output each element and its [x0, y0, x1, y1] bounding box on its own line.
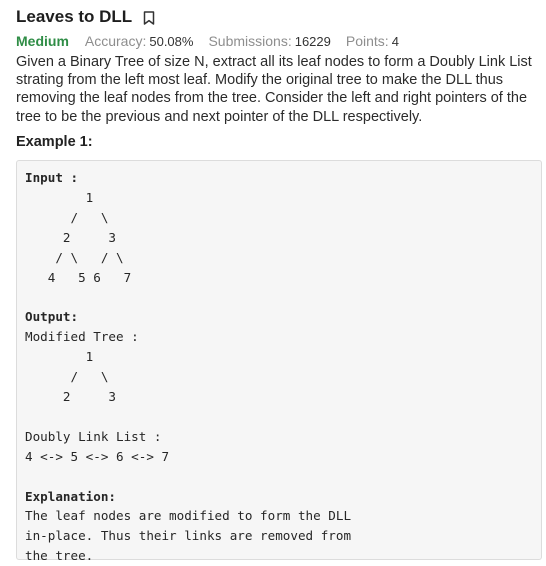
explanation-label: Explanation:: [25, 488, 116, 504]
input-tree: 1 / \ 2 3 / \ / \ 4 5 6 7: [47, 189, 132, 285]
dll-value: 4 <-> 5 <-> 6 <-> 7: [25, 448, 170, 464]
problem-header: Leaves to DLL Medium Accuracy: 50.08% Su…: [16, 6, 536, 51]
problem-description: Given a Binary Tree of size N, extract a…: [16, 54, 532, 125]
accuracy-value: 50.08%: [149, 34, 194, 49]
output-label: Output:: [25, 309, 79, 325]
accuracy-label: Accuracy:: [84, 33, 147, 49]
difficulty-badge: Medium: [16, 33, 69, 49]
problem-meta: Medium Accuracy: 50.08% Submissions: 162…: [16, 33, 536, 51]
problem-title: Leaves to DLL: [16, 7, 133, 26]
input-label: Input :: [25, 170, 79, 185]
modified-tree: 1 / \ 2 3: [62, 349, 116, 404]
title-row: Leaves to DLL: [16, 6, 536, 28]
points-label: Points:: [345, 33, 389, 49]
explanation-text: The leaf nodes are modified to form the …: [25, 508, 352, 564]
example-pre: Input : 1 / \ 2 3 / \ / \ 4 5 6 7 Output…: [17, 161, 541, 566]
bookmark-icon[interactable]: [143, 11, 155, 25]
example-code-block: Input : 1 / \ 2 3 / \ / \ 4 5 6 7 Output…: [16, 160, 542, 563]
dll-label: Doubly Link List :: [25, 428, 162, 444]
points-value: 4: [391, 34, 399, 49]
submissions-label: Submissions:: [208, 33, 292, 49]
example-title: Example 1:: [16, 134, 93, 150]
modified-tree-label: Modified Tree :: [25, 329, 139, 345]
submissions-value: 16229: [294, 34, 331, 49]
